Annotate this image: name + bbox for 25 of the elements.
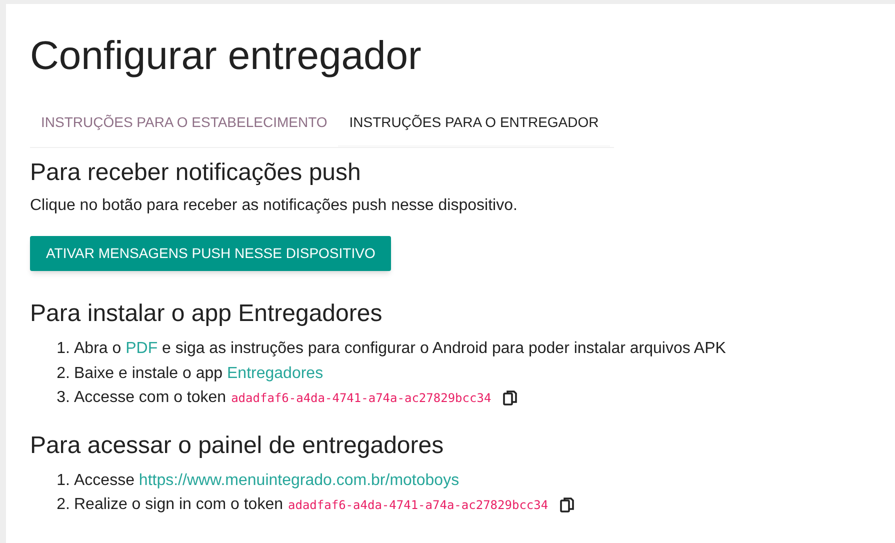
section-heading: Para acessar o painel de entregadores xyxy=(30,430,444,460)
link[interactable]: https://www.menuintegrado.com.br/motoboys xyxy=(138,472,460,489)
list-number: 2. xyxy=(56,364,70,384)
list-number: 1. xyxy=(56,470,70,491)
list-item-text: Accesse com o token xyxy=(74,388,226,408)
page-title: Configurar entregador xyxy=(30,33,422,80)
tab[interactable]: INSTRUÇÕES PARA O ENTREGADOR xyxy=(338,100,610,147)
copy-icon[interactable] xyxy=(503,390,518,406)
tab[interactable]: INSTRUÇÕES PARA O ESTABELECIMENTO xyxy=(30,100,338,147)
list-item-text: Accesse https://www.menuintegrado.com.br/motoboys xyxy=(74,470,460,491)
token-code: adadfaf6-a4da-4741-a74a-ac27829bcc34 xyxy=(231,390,492,408)
list-number: 1. xyxy=(56,339,70,360)
list-item-text: Realize o sign in com o token xyxy=(74,495,283,516)
section-heading: Para instalar o app Entregadores xyxy=(30,299,382,329)
list-item-text: Abra o PDF e siga as instruções para configurar o Android para poder instalar arquivos APK xyxy=(74,339,726,360)
enable-push-button[interactable]: ATIVAR MENSAGENS PUSH NESSE DISPOSITIVO xyxy=(30,236,392,271)
section-heading: Para receber notificações push xyxy=(30,158,361,188)
copy-icon[interactable] xyxy=(560,497,574,514)
link[interactable]: PDF xyxy=(126,340,158,358)
token-code: adadfaf6-a4da-4741-a74a-ac27829bcc34 xyxy=(288,497,548,514)
list-item-text: Baixe e instale o app Entregadores xyxy=(74,364,324,384)
push-description: Clique no botão para receber as notificações push nesse dispositivo. xyxy=(30,196,518,216)
list-number: 3. xyxy=(56,388,70,408)
list-number: 2. xyxy=(56,495,70,516)
link[interactable]: Entregadores xyxy=(227,364,324,382)
